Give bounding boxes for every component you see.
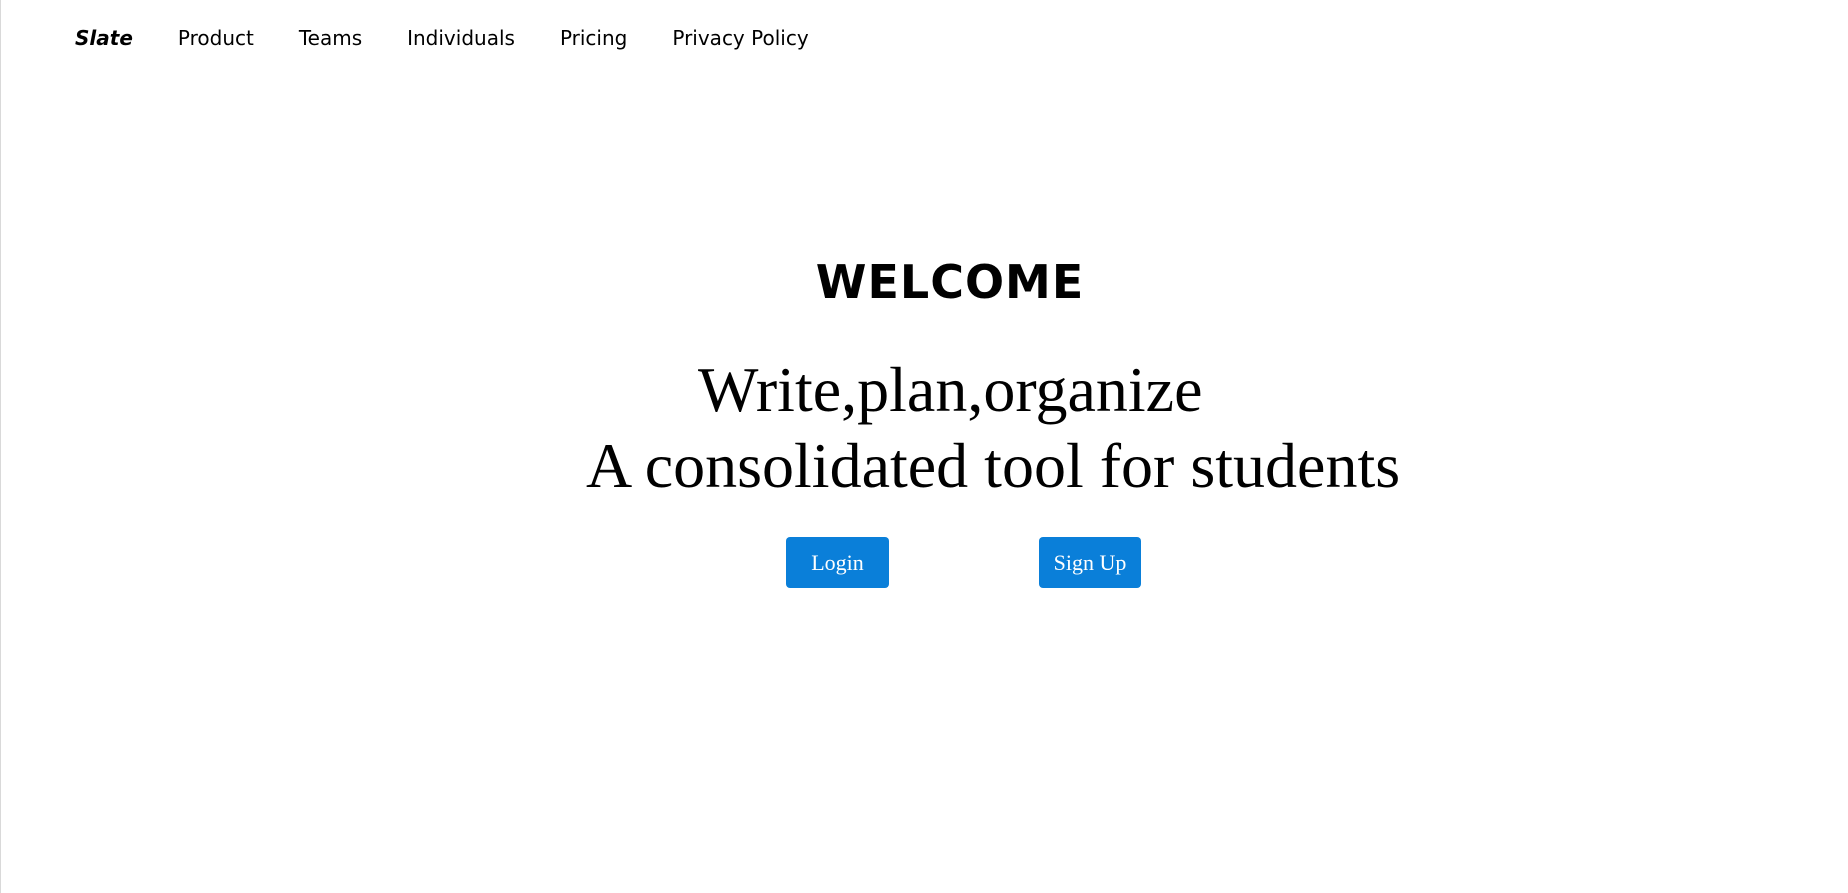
welcome-heading: WELCOME (815, 255, 1085, 309)
signup-button[interactable]: Sign Up (1039, 537, 1141, 588)
hero-subtitle-text: Write,plan,organize A consolidated tool … (586, 352, 1400, 504)
nav-link-pricing[interactable]: Pricing (560, 26, 627, 50)
page-left-border (0, 0, 1, 893)
brand-logo-link[interactable]: Slate (75, 26, 133, 50)
nav-link-product[interactable]: Product (178, 26, 254, 50)
top-navigation: Slate Product Teams Individuals Pricing … (75, 22, 854, 54)
login-button[interactable]: Login (786, 537, 889, 588)
hero-subtitle-line2: A consolidated tool for students (586, 430, 1401, 501)
hero-subtitle-line1: Write,plan,organize (698, 354, 1203, 425)
hero-subtitle: Write,plan,organize A consolidated tool … (586, 352, 1400, 504)
nav-link-privacy-policy[interactable]: Privacy Policy (672, 26, 808, 50)
nav-link-teams[interactable]: Teams (299, 26, 362, 50)
nav-link-individuals[interactable]: Individuals (407, 26, 515, 50)
